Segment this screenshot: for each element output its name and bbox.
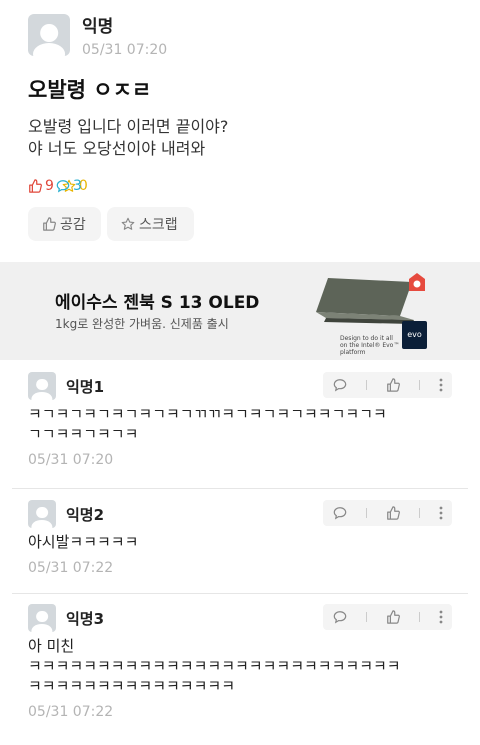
post-title: 오발령 ㅇㅈㄹ: [28, 78, 152, 102]
ad-subtitle: 1kg로 완성한 가벼움. 신제품 출시: [55, 317, 229, 331]
more-vertical-icon[interactable]: [439, 610, 443, 624]
post-author: 익명: [82, 17, 114, 37]
commenter-avatar: [28, 604, 56, 632]
comment-time: 05/31 07:20: [28, 452, 114, 468]
comment-author: 익명1: [66, 377, 105, 396]
thumbs-up-icon: [43, 217, 56, 231]
more-vertical-icon[interactable]: [439, 506, 443, 520]
comment-text: ㅋㄱㅋㄱㅋㄱㅋㄱㅋㄱㅋㄱㄲㄲㅋㄱㅋㄱㅋㄱㅋㅋㄱㅋㄱㅋ ㄱㄱㅋㅋㄱㅋㄱㅋ: [28, 405, 387, 443]
comment-item: 익명1 ㅋㄱㅋㄱㅋㄱㅋㄱㅋㄱㅋㄱㄲㄲㅋㄱㅋㄱㅋㄱㅋㅋㄱㅋㄱㅋ ㄱㄱㅋㅋㄱㅋㄱㅋ …: [28, 372, 452, 468]
thumbs-up-icon[interactable]: [386, 506, 400, 520]
comment-actions: [323, 500, 452, 526]
post-time: 05/31 07:20: [82, 42, 168, 58]
post-body-line: 오발령 입니다 이러면 끝이야?: [28, 117, 229, 136]
comment-item: 익명3 아 미친 ㅋㅋㅋㅋㅋㅋㅋㅋㅋㅋㅋㅋㅋㅋㅋㅋㅋㅋㅋㅋㅋㅋㅋㅋㅋㅋㅋ ㅋㅋㅋ…: [28, 604, 452, 720]
star-icon: [121, 217, 135, 230]
like-button[interactable]: 공감: [28, 207, 101, 241]
comment-author: 익명2: [66, 505, 105, 524]
thumbs-up-icon: [29, 179, 42, 193]
comment-author: 익명3: [66, 609, 105, 628]
reply-icon[interactable]: [333, 506, 347, 520]
comment-actions: [323, 604, 452, 630]
ad-banner[interactable]: 에이수스 젠북 S 13 OLED 1kg로 완성한 가벼움. 신제품 출시 D…: [0, 262, 480, 360]
thumbs-up-icon[interactable]: [386, 610, 400, 624]
post-header: 익명 05/31 07:20: [28, 14, 167, 58]
post-stats: 9 3 0: [28, 178, 96, 194]
more-vertical-icon[interactable]: [439, 378, 443, 392]
comment-time: 05/31 07:22: [28, 560, 114, 576]
commenter-avatar: [28, 500, 56, 528]
post-actions: 공감 스크랩: [28, 207, 200, 241]
comment-time: 05/31 07:22: [28, 704, 114, 720]
post-body-line: 야 너도 오당선이야 내려와: [28, 139, 206, 158]
comment-text: 아 미친 ㅋㅋㅋㅋㅋㅋㅋㅋㅋㅋㅋㅋㅋㅋㅋㅋㅋㅋㅋㅋㅋㅋㅋㅋㅋㅋㅋ ㅋㅋㅋㅋㅋㅋㅋ…: [28, 637, 401, 695]
reply-icon[interactable]: [333, 378, 347, 392]
reply-icon[interactable]: [333, 610, 347, 624]
thumbs-up-icon[interactable]: [386, 378, 400, 392]
post-body: 오발령 입니다 이러면 끝이야? 야 너도 오당선이야 내려와: [28, 116, 228, 160]
ad-mark-icon: [409, 273, 425, 291]
laptop-image: [316, 278, 414, 324]
like-count: 9: [28, 178, 54, 194]
comment-divider: [12, 488, 468, 489]
comment-divider: [12, 593, 468, 594]
speech-bubble-icon: [56, 180, 70, 193]
comment-actions: [323, 372, 452, 398]
author-avatar: [28, 14, 70, 56]
ad-title: 에이수스 젠북 S 13 OLED: [55, 293, 260, 313]
comment-item: 익명2 아시발ㅋㅋㅋㅋㅋ 05/31 07:22: [28, 500, 452, 576]
scrap-button[interactable]: 스크랩: [107, 207, 194, 241]
commenter-avatar: [28, 372, 56, 400]
intel-evo-badge: evo: [402, 321, 427, 349]
comment-count: 3: [56, 178, 480, 194]
comment-text: 아시발ㅋㅋㅋㅋㅋ: [28, 533, 139, 551]
ad-fine-print: Design to do it all on the Intel® Evo™ p…: [340, 335, 400, 356]
